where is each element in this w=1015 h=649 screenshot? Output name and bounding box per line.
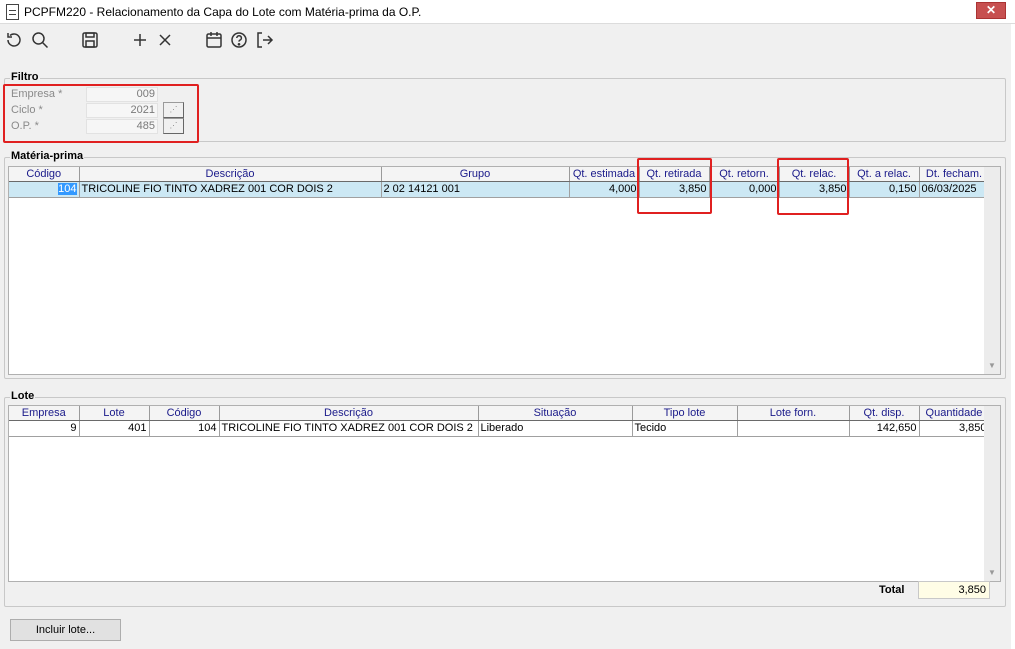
cell-lote-forn[interactable] [737, 420, 850, 437]
op-field[interactable]: 485 [86, 119, 158, 134]
add-icon[interactable] [130, 30, 150, 50]
toolbar [0, 26, 1011, 54]
total-value: 3,850 [918, 581, 990, 599]
col-codigo[interactable]: Código [9, 167, 80, 182]
col-qt-estimada[interactable]: Qt. estimada [569, 167, 640, 182]
cell-codigo[interactable]: 104 [149, 420, 220, 437]
cell-dt-fecham[interactable]: 06/03/2025 [919, 181, 990, 198]
cell-qt-a-relac[interactable]: 0,150 [849, 181, 920, 198]
empresa-field[interactable]: 009 [86, 87, 158, 102]
col-descricao[interactable]: Descrição [219, 406, 479, 421]
help-icon[interactable] [229, 30, 249, 50]
cell-tipo-lote[interactable]: Tecido [632, 420, 738, 437]
incluir-lote-button[interactable]: Incluir lote... [10, 619, 121, 641]
col-grupo[interactable]: Grupo [381, 167, 570, 182]
col-situacao[interactable]: Situação [478, 406, 633, 421]
cell-quantidade[interactable]: 3,850 [919, 420, 990, 437]
cell-qt-retirada[interactable]: 3,850 [639, 181, 710, 198]
materia-prima-scrollbar[interactable]: ▼ [984, 167, 1000, 374]
cell-descricao[interactable]: TRICOLINE FIO TINTO XADREZ 001 COR DOIS … [219, 420, 479, 437]
op-lookup-button[interactable]: ⋰ [163, 118, 184, 134]
col-codigo[interactable]: Código [149, 406, 220, 421]
col-qt-retirada[interactable]: Qt. retirada [639, 167, 710, 182]
ciclo-label: Ciclo * [11, 104, 43, 116]
cell-codigo[interactable]: 104 [9, 181, 80, 198]
col-tipo-lote[interactable]: Tipo lote [632, 406, 738, 421]
col-qt-disp[interactable]: Qt. disp. [849, 406, 920, 421]
lote-header-row: Empresa Lote Código Descrição Situação T… [9, 406, 990, 421]
search-icon[interactable] [30, 30, 50, 50]
table-row[interactable]: 9 401 104 TRICOLINE FIO TINTO XADREZ 001… [9, 420, 990, 437]
cell-qt-estimada[interactable]: 4,000 [569, 181, 640, 198]
undo-icon[interactable] [4, 30, 24, 50]
calendar-icon[interactable] [204, 30, 224, 50]
document-icon [6, 4, 19, 20]
cell-grupo[interactable]: 2 02 14121 001 [381, 181, 570, 198]
cell-qt-disp[interactable]: 142,650 [849, 420, 920, 437]
close-button[interactable]: ✕ [976, 2, 1006, 19]
cell-codigo-value[interactable]: 104 [58, 183, 77, 195]
lote-scrollbar[interactable]: ▼ [984, 406, 1000, 581]
col-empresa[interactable]: Empresa [9, 406, 80, 421]
materia-prima-header-row: Código Descrição Grupo Qt. estimada Qt. … [9, 167, 990, 182]
cell-empresa[interactable]: 9 [9, 420, 80, 437]
filtro-group: Filtro Empresa * 009 Ciclo * 2021 ⋰ O.P.… [4, 71, 1006, 142]
col-lote-forn[interactable]: Lote forn. [737, 406, 850, 421]
materia-prima-title: Matéria-prima [10, 150, 85, 162]
cell-qt-relac[interactable]: 3,850 [779, 181, 850, 198]
empresa-label: Empresa * [11, 88, 63, 100]
col-dt-fecham[interactable]: Dt. fecham. [919, 167, 990, 182]
cell-descricao[interactable]: TRICOLINE FIO TINTO XADREZ 001 COR DOIS … [79, 181, 382, 198]
total-label: Total [879, 584, 905, 596]
exit-icon[interactable] [254, 30, 274, 50]
col-qt-a-relac[interactable]: Qt. a relac. [849, 167, 920, 182]
materia-prima-grid: Código Descrição Grupo Qt. estimada Qt. … [8, 166, 1001, 375]
scroll-down-icon[interactable]: ▼ [988, 568, 996, 577]
col-descricao[interactable]: Descrição [79, 167, 382, 182]
ciclo-field[interactable]: 2021 [86, 103, 158, 118]
scroll-down-icon[interactable]: ▼ [988, 361, 996, 370]
table-row[interactable]: 104 TRICOLINE FIO TINTO XADREZ 001 COR D… [9, 181, 990, 198]
col-qt-retorn[interactable]: Qt. retorn. [709, 167, 780, 182]
window-title: PCPFM220 - Relacionamento da Capa do Lot… [24, 5, 422, 19]
col-quantidade[interactable]: Quantidade [919, 406, 990, 421]
op-label: O.P. * [11, 120, 39, 132]
ciclo-lookup-button[interactable]: ⋰ [163, 102, 184, 118]
col-qt-relac[interactable]: Qt. relac. [779, 167, 850, 182]
delete-icon[interactable] [155, 30, 175, 50]
lote-title: Lote [10, 390, 36, 402]
title-bar: PCPFM220 - Relacionamento da Capa do Lot… [0, 0, 1015, 24]
save-icon[interactable] [80, 30, 100, 50]
filtro-title: Filtro [10, 71, 40, 83]
cell-situacao[interactable]: Liberado [478, 420, 633, 437]
lote-grid: Empresa Lote Código Descrição Situação T… [8, 405, 1001, 582]
window-edge [1011, 24, 1015, 649]
col-lote[interactable]: Lote [79, 406, 150, 421]
cell-lote[interactable]: 401 [79, 420, 150, 437]
cell-qt-retorn[interactable]: 0,000 [709, 181, 780, 198]
